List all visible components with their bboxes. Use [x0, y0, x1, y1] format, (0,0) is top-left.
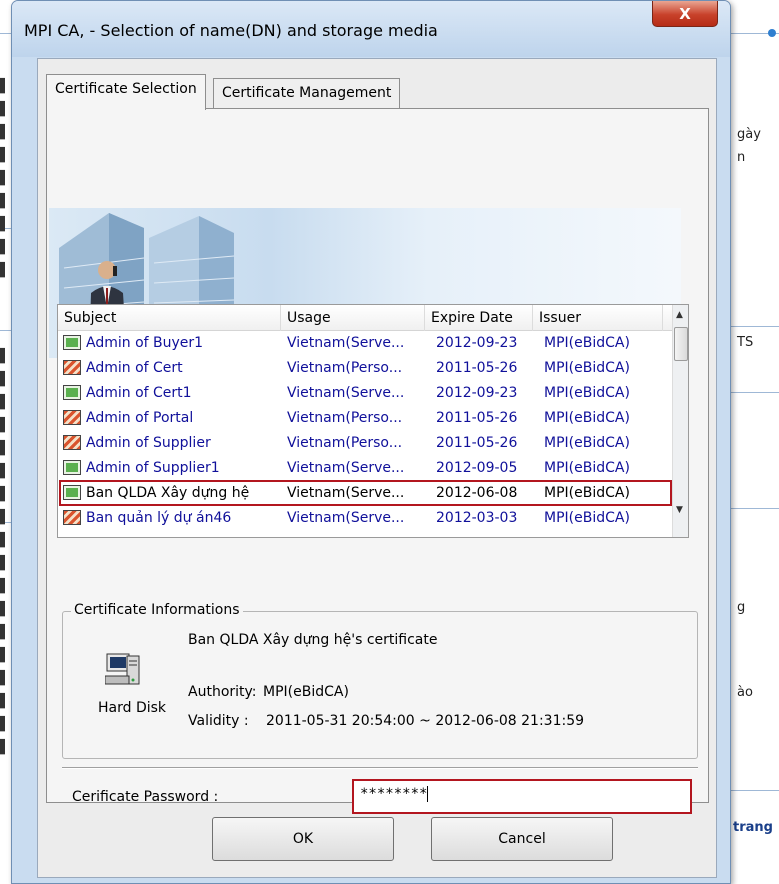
tab-certificate-selection[interactable]: Certificate Selection: [46, 74, 206, 110]
certificate-list[interactable]: Subject Usage Expire Date Issuer Admin o…: [57, 304, 689, 538]
column-header-subject[interactable]: Subject: [58, 305, 281, 331]
validity-label: Validity :: [188, 713, 249, 729]
cell-expire-date: 2011-05-26: [436, 360, 518, 376]
cell-usage: Vietnam(Serve...: [287, 335, 405, 351]
group-legend: Certificate Informations: [71, 602, 243, 618]
cell-usage: Vietnam(Serve...: [287, 385, 405, 401]
cancel-button[interactable]: Cancel: [431, 817, 613, 861]
column-header-usage[interactable]: Usage: [281, 305, 425, 331]
cell-subject: Admin of Supplier1: [86, 460, 220, 476]
cell-issuer: MPI(eBidCA): [544, 510, 630, 526]
list-item[interactable]: Admin of Supplier1 Vietnam(Serve... 2012…: [58, 457, 672, 482]
list-item[interactable]: Ban quản lý dự án46 Vietnam(Serve... 201…: [58, 507, 672, 532]
tab-panel: SG Subject Usage Expire Date Issuer Admi…: [46, 108, 709, 814]
password-field[interactable]: ********: [352, 779, 692, 814]
list-item[interactable]: Admin of Cert Vietnam(Perso... 2011-05-2…: [58, 357, 672, 382]
tab-certificate-management[interactable]: Certificate Management: [213, 78, 401, 108]
background-text: g: [737, 600, 746, 615]
dialog-window: MPI CA, - Selection of name(DN) and stor…: [11, 0, 731, 884]
background-divider: [731, 508, 779, 509]
background-divider: [731, 392, 779, 393]
scroll-thumb[interactable]: [674, 327, 688, 361]
cell-expire-date: 2011-05-26: [436, 410, 518, 426]
background-text: TS: [737, 335, 754, 350]
cell-issuer: MPI(eBidCA): [544, 460, 630, 476]
scroll-down-icon[interactable]: ▼: [676, 505, 683, 515]
background-link[interactable]: trang: [733, 820, 773, 835]
server-cert-icon: [63, 385, 81, 400]
expired-cert-icon: [63, 410, 81, 425]
cell-subject: Admin of Supplier: [86, 435, 211, 451]
cell-usage: Vietnam(Perso...: [287, 410, 403, 426]
cell-expire-date: 2012-09-05: [436, 460, 518, 476]
cell-issuer: MPI(eBidCA): [544, 335, 630, 351]
server-cert-icon: [63, 460, 81, 475]
close-icon: X: [679, 4, 691, 23]
certificate-info-group: Certificate Informations Ban QLDA Xây dự…: [62, 602, 698, 759]
cell-issuer: MPI(eBidCA): [544, 360, 630, 376]
cell-expire-date: 2012-09-23: [436, 335, 518, 351]
column-header-expire-date[interactable]: Expire Date: [425, 305, 533, 331]
storage-label: Hard Disk: [98, 700, 167, 716]
cell-issuer: MPI(eBidCA): [544, 410, 630, 426]
background-text: gày: [737, 127, 761, 142]
background-left-text: ▌ ▌ ▌ ▌ ▌ ▌ ▌ ▌ ▌ ▌ ▌ ▌ ▌ ▌ ▌ ▌ ▌ ▌: [0, 349, 10, 755]
cell-usage: Vietnam(Serve...: [287, 510, 405, 526]
scroll-up-icon[interactable]: ▲: [676, 310, 683, 320]
cell-usage: Vietnam(Serve...: [287, 460, 405, 476]
cell-subject: Ban quản lý dự án46: [86, 510, 232, 526]
cell-subject: Admin of Portal: [86, 410, 194, 426]
dialog-client-area: Certificate Selection Certificate Manage…: [37, 58, 717, 878]
cell-usage: Vietnam(Perso...: [287, 435, 403, 451]
close-button[interactable]: X: [652, 1, 718, 27]
background-divider: [731, 326, 779, 327]
expired-cert-icon: [63, 510, 81, 525]
list-item[interactable]: Admin of Portal Vietnam(Perso... 2011-05…: [58, 407, 672, 432]
password-label: Cerificate Password :: [72, 789, 219, 805]
list-scrollbar[interactable]: ▲ ▼: [672, 305, 688, 537]
cell-issuer: MPI(eBidCA): [544, 435, 630, 451]
cell-expire-date: 2012-09-23: [436, 385, 518, 401]
background-divider: [731, 790, 779, 791]
authority-value: MPI(eBidCA): [263, 684, 349, 700]
ok-button[interactable]: OK: [212, 817, 394, 861]
server-cert-icon: [63, 335, 81, 350]
validity-value: 2011-05-31 20:54:00 ~ 2012-06-08 21:31:5…: [266, 713, 585, 729]
list-item[interactable]: Admin of Cert1 Vietnam(Serve... 2012-09-…: [58, 382, 672, 407]
hard-disk-icon: [105, 653, 140, 685]
expired-cert-icon: [63, 360, 81, 375]
background-text: n: [737, 150, 746, 165]
certificate-name: Ban QLDA Xây dựng hệ's certificate: [188, 632, 438, 648]
authority-label: Authority:: [188, 684, 257, 700]
cell-expire-date: 2012-03-03: [436, 510, 518, 526]
cell-subject: Admin of Buyer1: [86, 335, 204, 351]
cell-subject: Admin of Cert: [86, 360, 183, 376]
list-header: Subject Usage Expire Date Issuer: [58, 305, 672, 331]
cell-usage: Vietnam(Perso...: [287, 360, 403, 376]
cell-issuer: MPI(eBidCA): [544, 385, 630, 401]
window-title: MPI CA, - Selection of name(DN) and stor…: [24, 21, 438, 40]
column-header-issuer[interactable]: Issuer: [533, 305, 663, 331]
background-bullet: [768, 29, 776, 37]
list-item[interactable]: Admin of Buyer1 Vietnam(Serve... 2012-09…: [58, 332, 672, 357]
selection-highlight: [59, 480, 672, 506]
separator: [62, 767, 698, 769]
list-item[interactable]: Admin of Supplier Vietnam(Perso... 2011-…: [58, 432, 672, 457]
background-left-text: ▌ ▌ ▌ ▌ ▌ ▌ ▌ ▌ ▌: [0, 79, 10, 278]
cell-expire-date: 2011-05-26: [436, 435, 518, 451]
expired-cert-icon: [63, 435, 81, 450]
cell-subject: Admin of Cert1: [86, 385, 192, 401]
title-bar[interactable]: MPI CA, - Selection of name(DN) and stor…: [12, 1, 730, 57]
background-text: ào: [737, 685, 753, 700]
